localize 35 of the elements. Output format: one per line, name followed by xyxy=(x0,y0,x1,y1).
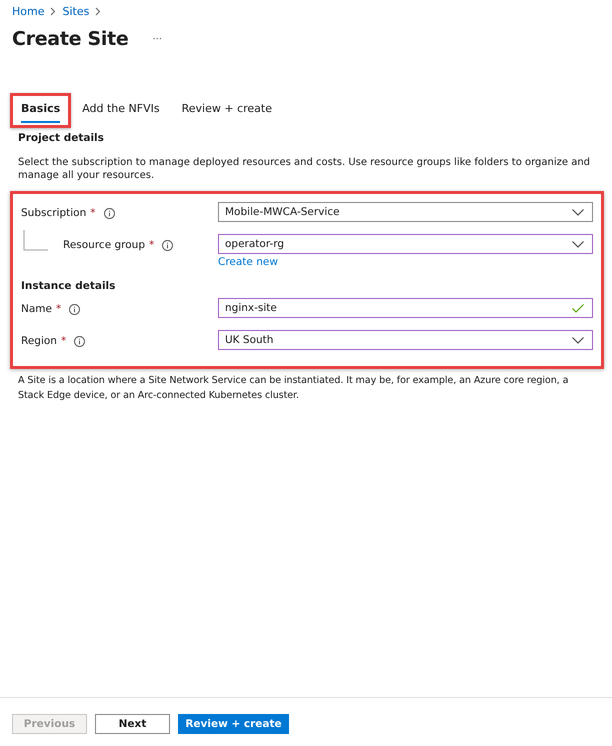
footer-button[interactable]: Next xyxy=(95,714,170,734)
dropdown[interactable]: operator-rg xyxy=(218,234,593,254)
field-label: Region xyxy=(21,335,57,347)
chevron-down-icon xyxy=(572,240,584,248)
info-icon[interactable] xyxy=(69,304,80,314)
chevron-down-icon xyxy=(572,208,584,216)
tab[interactable]: Add the NFVIs xyxy=(82,102,160,123)
chevron-down-icon xyxy=(572,336,584,344)
dropdown[interactable]: UK South xyxy=(218,330,593,350)
description-text: Select the subscription to manage deployed resources and costs. Use resource groups like folders to organize and manage all your resources. xyxy=(18,156,592,182)
more-button[interactable]: ··· xyxy=(152,34,162,44)
note-text: A Site is a location where a Site Network Service can be instantiated. It may be, for example, an Azure core region, a Stack Edge device, or an Arc-connected Kubernetes cluster. xyxy=(18,374,570,403)
breadcrumb-link[interactable]: Home xyxy=(12,4,44,18)
required-mark: * xyxy=(90,207,96,219)
field-label: Subscription xyxy=(21,207,86,219)
chevron-icon xyxy=(95,6,102,16)
create-new-link[interactable]: Create new xyxy=(218,256,593,268)
tab[interactable]: Review + create xyxy=(182,102,272,123)
field-label: Resource group xyxy=(63,239,145,251)
info-icon[interactable] xyxy=(104,208,114,218)
chevron-icon xyxy=(50,6,56,16)
info-icon[interactable] xyxy=(162,240,174,250)
page-title: Create Site xyxy=(12,28,128,50)
section-heading: Project details xyxy=(18,132,105,144)
input-field[interactable]: nginx-site xyxy=(218,298,593,318)
required-mark: * xyxy=(149,239,154,251)
primary-button[interactable]: Review + create xyxy=(178,714,289,734)
field-label: Name xyxy=(21,303,52,315)
dropdown[interactable]: Mobile-MWCA-Service xyxy=(218,202,593,222)
info-icon[interactable] xyxy=(74,336,86,346)
required-mark: * xyxy=(60,335,66,347)
breadcrumb-link[interactable]: Sites xyxy=(62,4,90,18)
section-heading: Instance details xyxy=(21,280,116,292)
required-mark: * xyxy=(56,303,62,315)
tab[interactable]: Basics xyxy=(21,102,60,123)
